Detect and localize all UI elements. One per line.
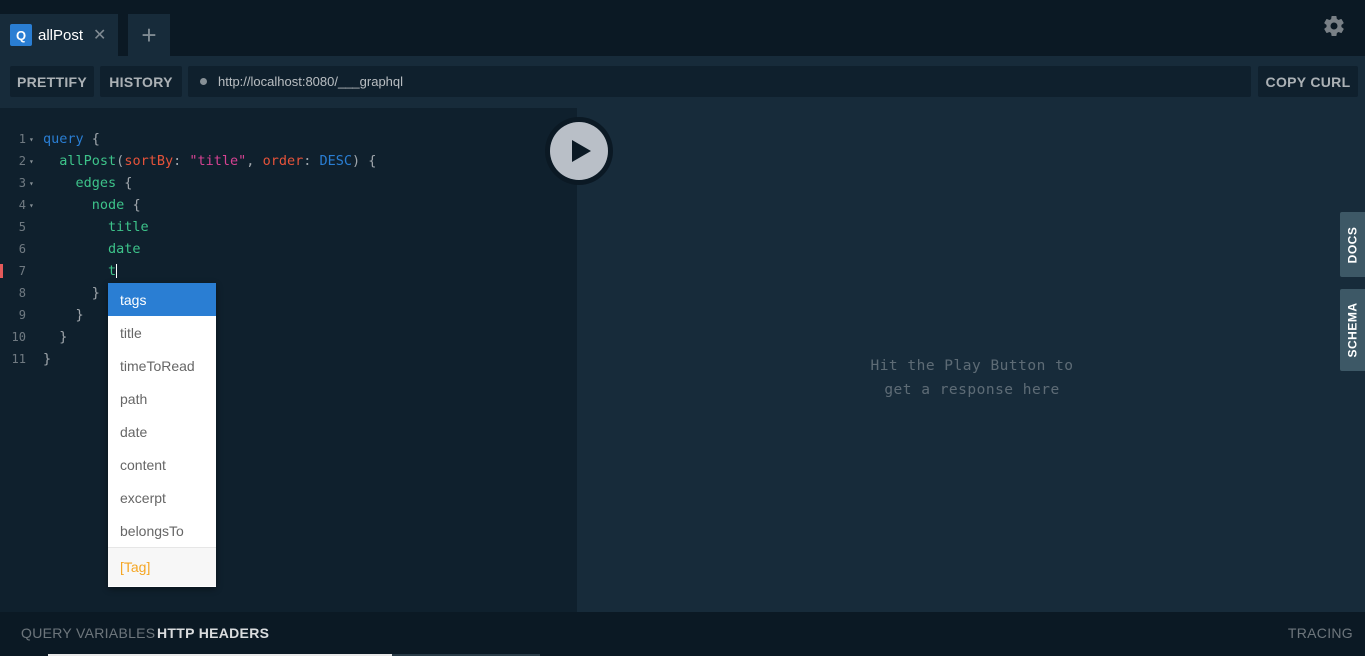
punctuation: } <box>59 329 68 345</box>
placeholder-line: get a response here <box>884 382 1060 398</box>
line-number: 11 <box>11 352 26 366</box>
punctuation: } <box>75 307 84 323</box>
autocomplete-item[interactable]: title <box>108 316 216 349</box>
argument: order <box>262 153 304 169</box>
query-editor[interactable]: 1 ▾ query { 2 ▾ allPost(sortBy: "title",… <box>0 108 577 612</box>
result-placeholder: Hit the Play Button to get a response he… <box>807 354 1137 402</box>
line-number: 3 <box>18 176 26 190</box>
tab-allpost[interactable]: Q allPost ✕ <box>0 14 118 56</box>
punctuation: { <box>124 175 133 191</box>
keyword: query <box>43 131 84 147</box>
tracing-tab[interactable]: TRACING <box>1288 625 1353 641</box>
http-headers-tab[interactable]: HTTP HEADERS <box>157 625 269 641</box>
autocomplete-item[interactable]: tags <box>108 283 216 316</box>
line-number: 7 <box>18 264 26 278</box>
string-value: "title" <box>189 153 247 169</box>
punctuation: { <box>368 153 377 169</box>
autocomplete-item[interactable]: content <box>108 448 216 481</box>
fold-arrow-icon[interactable]: ▾ <box>29 201 34 210</box>
line-number: 2 <box>18 154 26 168</box>
placeholder-line: Hit the Play Button to <box>870 358 1074 374</box>
docs-tab[interactable]: DOCS <box>1340 212 1365 277</box>
gear-icon[interactable] <box>1322 14 1346 38</box>
autocomplete-item[interactable]: belongsTo <box>108 514 216 547</box>
history-button[interactable]: HISTORY <box>100 66 182 97</box>
punctuation: , <box>246 153 255 169</box>
punctuation: ) <box>352 153 361 169</box>
play-button[interactable] <box>545 117 613 185</box>
autocomplete-type-hint: [Tag] <box>108 547 216 586</box>
prettify-button[interactable]: PRETTIFY <box>10 66 94 97</box>
autocomplete-item[interactable]: timeToRead <box>108 349 216 382</box>
line-number: 10 <box>11 330 26 344</box>
field: edges <box>75 175 117 191</box>
bottom-bar: QUERY VARIABLES HTTP HEADERS TRACING <box>0 612 1365 656</box>
line-number: 5 <box>18 220 26 234</box>
punctuation: } <box>91 285 100 301</box>
field: date <box>108 241 141 257</box>
result-pane[interactable]: Hit the Play Button to get a response he… <box>577 108 1365 612</box>
docs-tab-label: DOCS <box>1345 226 1360 263</box>
autocomplete-dropdown: tags title timeToRead path date content … <box>108 283 216 587</box>
field: node <box>91 197 125 213</box>
fold-arrow-icon[interactable]: ▾ <box>29 135 34 144</box>
copy-curl-button[interactable]: COPY CURL <box>1258 66 1358 97</box>
punctuation: { <box>132 197 141 213</box>
schema-tab[interactable]: SCHEMA <box>1340 289 1365 371</box>
toolbar: PRETTIFY HISTORY http://localhost:8080/_… <box>0 56 1365 108</box>
fold-arrow-icon[interactable]: ▾ <box>29 157 34 166</box>
schema-tab-label: SCHEMA <box>1345 302 1360 358</box>
autocomplete-item[interactable]: path <box>108 382 216 415</box>
query-variables-tab[interactable]: QUERY VARIABLES <box>21 625 155 641</box>
line-number: 4 <box>18 198 26 212</box>
endpoint-url: http://localhost:8080/___graphql <box>218 74 404 89</box>
argument: sortBy <box>124 153 174 169</box>
typed-text: t <box>108 263 117 279</box>
autocomplete-item[interactable]: date <box>108 415 216 448</box>
tab-title: allPost <box>38 26 84 44</box>
query-badge-icon: Q <box>10 24 32 46</box>
fold-arrow-icon[interactable]: ▾ <box>29 179 34 188</box>
enum-value: DESC <box>319 153 352 169</box>
tab-bar: Q allPost ✕ + <box>0 0 1365 56</box>
text-cursor <box>116 264 118 278</box>
punctuation: } <box>43 351 52 367</box>
endpoint-url-input[interactable]: http://localhost:8080/___graphql <box>188 66 1251 97</box>
play-button-circle <box>550 122 608 180</box>
line-number: 8 <box>18 286 26 300</box>
play-icon <box>572 140 591 162</box>
autocomplete-item[interactable]: excerpt <box>108 481 216 514</box>
line-number: 9 <box>18 308 26 322</box>
status-dot-icon <box>200 78 207 85</box>
punctuation: : <box>173 153 182 169</box>
field: allPost <box>59 153 117 169</box>
new-tab-button[interactable]: + <box>128 14 170 56</box>
close-icon[interactable]: ✕ <box>93 25 106 45</box>
line-number: 6 <box>18 242 26 256</box>
punctuation: { <box>91 131 100 147</box>
line-number: 1 <box>18 132 26 146</box>
punctuation: : <box>303 153 312 169</box>
field: title <box>108 219 149 235</box>
